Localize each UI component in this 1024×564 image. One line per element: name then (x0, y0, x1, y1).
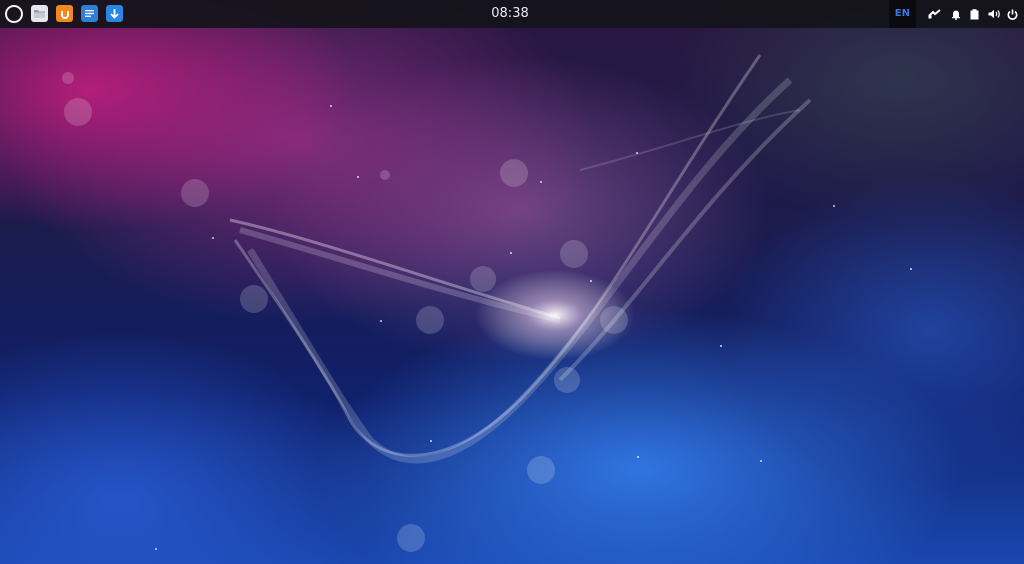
bokeh-light (181, 179, 209, 207)
bokeh-light (240, 285, 268, 313)
star (540, 181, 542, 183)
bokeh-light (416, 306, 444, 334)
star (720, 345, 722, 347)
bokeh-light (500, 159, 528, 187)
app-launcher-button[interactable] (4, 4, 24, 24)
notification-bell-icon[interactable] (948, 0, 964, 28)
bokeh-light (560, 240, 588, 268)
files-app-icon[interactable] (31, 5, 48, 22)
download-app-icon[interactable] (106, 5, 123, 22)
star (212, 237, 214, 239)
clipboard-icon[interactable] (966, 0, 982, 28)
software-store-icon (60, 10, 69, 19)
network-icon[interactable] (926, 0, 942, 28)
keyboard-language-indicator[interactable]: EN (888, 0, 916, 28)
bokeh-light (600, 306, 628, 334)
desktop[interactable]: 08:38 EN (0, 0, 1024, 564)
star (430, 440, 432, 442)
launcher-circle-icon (5, 5, 23, 23)
wallpaper-light-wisps (229, 54, 812, 464)
volume-icon[interactable] (986, 0, 1002, 28)
star (636, 152, 638, 154)
software-store-app-icon[interactable] (56, 5, 73, 22)
star (760, 460, 762, 462)
download-icon (110, 8, 119, 19)
clock[interactable]: 08:38 (450, 0, 570, 28)
bokeh-light (380, 170, 390, 180)
bokeh-light (397, 524, 425, 552)
bokeh-light (470, 266, 496, 292)
star (637, 456, 639, 458)
star (357, 176, 359, 178)
star (833, 205, 835, 207)
folder-icon (34, 10, 45, 18)
bokeh-light (62, 72, 74, 84)
star (510, 252, 512, 254)
star (155, 548, 157, 550)
text-editor-app-icon[interactable] (81, 5, 98, 22)
top-panel: 08:38 EN (0, 0, 1024, 28)
system-tray: EN (888, 0, 1024, 28)
bokeh-light (527, 456, 555, 484)
star (590, 280, 592, 282)
star (380, 320, 382, 322)
star (910, 268, 912, 270)
bokeh-light (554, 367, 580, 393)
bokeh-light (64, 98, 92, 126)
star (330, 105, 332, 107)
text-editor-icon (85, 10, 94, 17)
power-icon[interactable] (1004, 0, 1020, 28)
